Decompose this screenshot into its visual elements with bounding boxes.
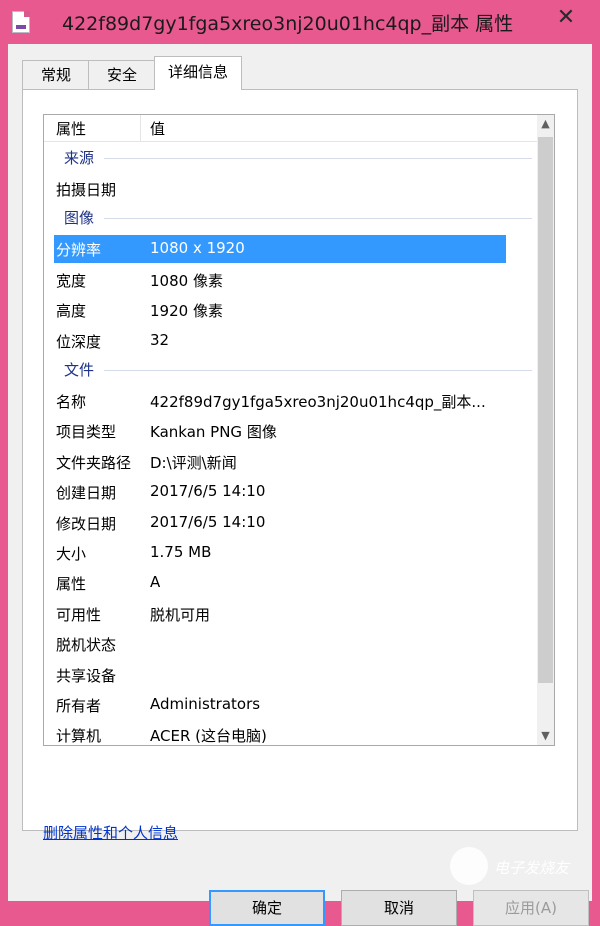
- list-item[interactable]: 属性 A: [44, 569, 538, 597]
- property-value: 2017/6/5 14:10: [150, 482, 266, 501]
- property-name: 大小: [56, 545, 87, 563]
- tab-details[interactable]: 详细信息: [154, 56, 242, 90]
- property-value: 2017/6/5 14:10: [150, 512, 266, 531]
- list-item[interactable]: 文件夹路径 D:\评测\新闻: [44, 448, 538, 476]
- list-item[interactable]: 分辨率 1080 x 1920: [54, 235, 506, 264]
- list-item[interactable]: 共享设备: [44, 661, 538, 689]
- property-value: 1.75 MB: [150, 543, 212, 561]
- list-item[interactable]: 计算机 ACER (这台电脑): [44, 721, 538, 746]
- list-item[interactable]: 拍摄日期: [44, 175, 538, 203]
- property-name: 共享设备: [56, 666, 117, 685]
- property-value: 1080 x 1920: [150, 239, 245, 258]
- property-name: 创建日期: [56, 484, 117, 503]
- group-header: 图像: [64, 209, 95, 228]
- property-list[interactable]: 属性 值 ▲ ▼ 来源拍摄日期图像分辨率 1080 x 1920 宽度 1080 像素…: [43, 114, 555, 746]
- column-header-value[interactable]: 值: [150, 118, 165, 139]
- watermark-logo: 电子发烧友: [450, 843, 580, 893]
- list-item[interactable]: 可用性 脱机可用: [44, 600, 538, 628]
- property-name: 宽度: [56, 271, 87, 290]
- property-name: 计算机: [56, 727, 102, 746]
- property-name: 拍摄日期: [56, 181, 117, 199]
- window-title: 422f89d7gy1fga5xreo3nj20u01hc4qp_副本 属性: [62, 13, 514, 35]
- property-name: 名称: [56, 393, 87, 411]
- remove-properties-link[interactable]: 删除属性和个人信息: [43, 822, 178, 843]
- list-item[interactable]: 名称 422f89d7gy1fga5xreo3nj20u01hc4qp_副本...: [44, 387, 538, 415]
- group-header: 来源: [64, 149, 95, 167]
- png-file-icon: [12, 11, 30, 33]
- property-value: 422f89d7gy1fga5xreo3nj20u01hc4qp_副本...: [150, 393, 486, 411]
- property-value: D:\评测\新闻: [150, 453, 237, 472]
- list-header: 属性 值: [44, 115, 538, 142]
- close-button[interactable]: ✕: [554, 6, 578, 30]
- property-value: 1080 像素: [150, 271, 223, 290]
- details-panel: 属性 值 ▲ ▼ 来源拍摄日期图像分辨率 1080 x 1920 宽度 1080 像素…: [22, 89, 589, 926]
- list-item[interactable]: 创建日期 2017/6/5 14:10: [44, 478, 538, 506]
- group-header: 文件: [64, 361, 95, 379]
- ok-button[interactable]: 确定: [209, 890, 325, 926]
- title-bar: 422f89d7gy1fga5xreo3nj20u01hc4qp_副本 属性 ✕: [0, 0, 600, 44]
- property-name: 文件夹路径: [56, 453, 132, 472]
- property-value: 32: [150, 330, 170, 349]
- list-item[interactable]: 位深度 32: [44, 327, 538, 355]
- property-name: 位深度: [56, 332, 102, 351]
- apply-button[interactable]: 应用(A): [473, 890, 589, 926]
- property-name: 所有者: [56, 697, 102, 715]
- tab-general[interactable]: 常规: [22, 60, 90, 89]
- dialog-client: 常规 安全 详细信息 属性 值 ▲ ▼ 来源拍摄日期图像分辨率 1080 x 19…: [8, 44, 592, 926]
- list-item[interactable]: 脱机状态: [44, 630, 538, 658]
- property-value: A: [150, 573, 161, 592]
- scroll-down-icon[interactable]: ▼: [537, 727, 554, 745]
- scroll-up-icon[interactable]: ▲: [537, 115, 554, 133]
- column-header-property[interactable]: 属性: [56, 118, 86, 139]
- property-value: 脱机可用: [150, 605, 211, 624]
- property-name: 修改日期: [56, 514, 117, 533]
- property-name: 高度: [56, 302, 87, 321]
- tab-security[interactable]: 安全: [88, 60, 156, 89]
- property-name: 脱机状态: [56, 636, 117, 655]
- list-item[interactable]: 所有者 Administrators: [44, 691, 538, 719]
- vertical-scrollbar[interactable]: ▲ ▼: [537, 115, 554, 745]
- property-value: 1920 像素: [150, 302, 223, 321]
- property-value: Kankan PNG 图像: [150, 423, 277, 442]
- list-item[interactable]: 宽度 1080 像素: [44, 266, 538, 294]
- property-name: 属性: [56, 575, 87, 594]
- list-item[interactable]: 高度 1920 像素: [44, 296, 538, 324]
- property-name: 分辨率: [56, 241, 102, 260]
- property-value: ACER (这台电脑): [150, 727, 267, 746]
- property-name: 项目类型: [56, 423, 117, 442]
- cancel-button[interactable]: 取消: [341, 890, 457, 926]
- property-name: 可用性: [56, 605, 102, 624]
- scroll-thumb[interactable]: [538, 137, 553, 683]
- property-value: Administrators: [150, 695, 261, 713]
- list-item[interactable]: 修改日期 2017/6/5 14:10: [44, 509, 538, 537]
- list-item[interactable]: 项目类型 Kankan PNG 图像: [44, 417, 538, 445]
- list-item[interactable]: 大小 1.75 MB: [44, 539, 538, 567]
